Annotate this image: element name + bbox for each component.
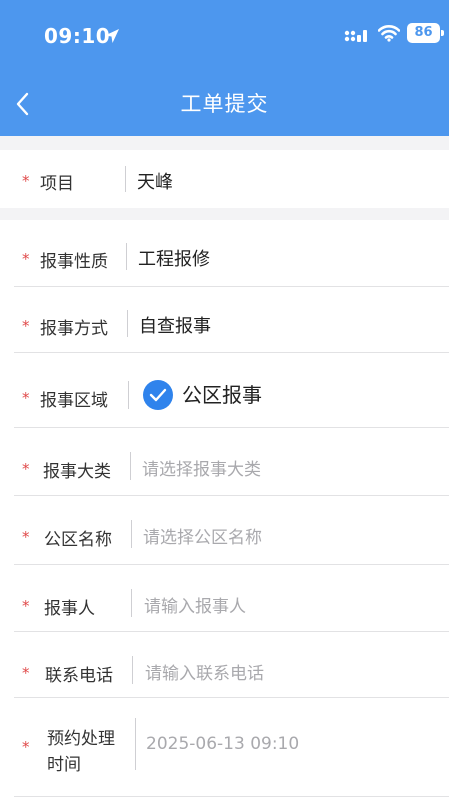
field-label-method: 报事方式: [40, 319, 108, 339]
field-value-project: 天峰: [137, 172, 173, 193]
field-divider: [130, 452, 131, 480]
field-label-reporter: 报事人: [44, 599, 95, 619]
checkbox-checked-icon[interactable]: [143, 380, 173, 410]
required-mark: *: [22, 172, 30, 190]
required-mark: *: [22, 389, 30, 407]
field-label-project: 项目: [40, 174, 74, 194]
required-mark: *: [22, 738, 30, 756]
field-divider: [126, 243, 127, 270]
wifi-icon: [378, 25, 400, 42]
field-label-category: 报事大类: [43, 462, 111, 482]
form-row-method[interactable]: * 报事方式 自查报事: [14, 287, 449, 353]
required-mark: *: [22, 664, 30, 682]
field-label-public-area: 公区名称: [44, 530, 112, 550]
field-divider: [131, 520, 132, 548]
bottom-divider: [14, 796, 449, 797]
phone-input[interactable]: 请输入联系电话: [145, 659, 264, 684]
required-mark: *: [22, 597, 30, 615]
field-value-method: 自查报事: [139, 316, 211, 337]
app-header: 09:10 86 工单提交: [0, 0, 449, 136]
field-label-appointment-line1: 预约处理: [47, 729, 115, 749]
form-row-nature[interactable]: * 报事性质 工程报修: [14, 220, 449, 287]
field-divider: [131, 589, 132, 617]
required-mark: *: [22, 460, 30, 478]
battery-indicator: 86: [407, 23, 444, 43]
form-row-area[interactable]: * 报事区域 公区报事: [14, 353, 449, 428]
field-label-area: 报事区域: [40, 391, 108, 411]
location-arrow-icon: [105, 29, 119, 43]
form-row-project[interactable]: * 项目 天峰: [14, 150, 449, 208]
field-divider: [128, 381, 129, 409]
cellular-signal-icon: [344, 30, 367, 42]
field-divider: [135, 718, 136, 770]
required-mark: *: [22, 317, 30, 335]
project-section: * 项目 天峰: [0, 150, 449, 208]
public-area-select[interactable]: 请选择公区名称: [143, 523, 262, 548]
required-mark: *: [22, 250, 30, 268]
field-divider: [132, 656, 133, 684]
field-label-phone: 联系电话: [45, 666, 113, 686]
field-label-nature: 报事性质: [40, 252, 108, 272]
required-mark: *: [22, 528, 30, 546]
form-row-phone[interactable]: * 联系电话 请输入联系电话: [14, 632, 449, 698]
reporter-input[interactable]: 请输入报事人: [144, 592, 246, 617]
field-value-nature: 工程报修: [138, 249, 210, 270]
form-row-appointment[interactable]: * 预约处理 时间 2025-06-13 09:10: [14, 698, 449, 796]
category-select[interactable]: 请选择报事大类: [142, 455, 261, 480]
form-row-reporter[interactable]: * 报事人 请输入报事人: [14, 565, 449, 632]
form-row-category[interactable]: * 报事大类 请选择报事大类: [14, 428, 449, 496]
details-section: * 报事性质 工程报修 * 报事方式 自查报事 * 报事区域 公区报事 * 报事…: [0, 220, 449, 800]
page-title: 工单提交: [180, 92, 269, 116]
status-time: 09:10: [44, 24, 111, 48]
form-row-public-area[interactable]: * 公区名称 请选择公区名称: [14, 496, 449, 565]
field-value-area: 公区报事: [182, 383, 262, 407]
field-divider: [125, 166, 126, 192]
field-label-appointment-line2: 时间: [47, 755, 81, 775]
appointment-time-picker[interactable]: 2025-06-13 09:10: [146, 734, 299, 754]
field-divider: [127, 310, 128, 337]
status-bar: 09:10 86: [0, 0, 449, 70]
